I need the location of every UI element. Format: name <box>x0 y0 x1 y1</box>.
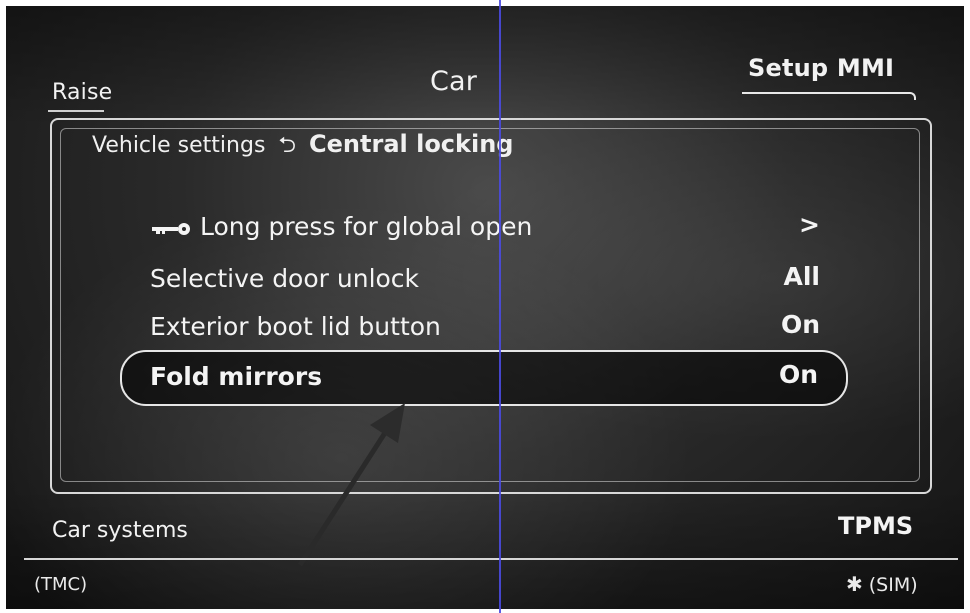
chevron-right-icon: > <box>799 210 820 239</box>
setup-mmi-softkey[interactable]: Setup MMI <box>748 54 894 82</box>
menu-item-label: Long press for global open <box>150 212 532 243</box>
tmc-status: (TMC) <box>34 574 88 595</box>
menu-item-fold-mirrors-selected[interactable]: Fold mirrors On <box>120 350 848 406</box>
menu-item-value: On <box>780 310 820 339</box>
menu-item-long-press-global-open[interactable]: Long press for global open > <box>150 204 830 248</box>
menu-item-label: Exterior boot lid button <box>150 312 441 341</box>
breadcrumb-current: Central locking <box>309 130 514 158</box>
menu-item-value: On <box>778 360 818 389</box>
sim-status: (SIM) <box>868 574 918 596</box>
menu-item-label: Fold mirrors <box>150 362 323 391</box>
key-icon <box>150 214 194 243</box>
vertical-guide-line <box>499 0 501 613</box>
car-menu-title[interactable]: Car <box>430 66 477 97</box>
breadcrumb: Vehicle settings ⮌ Central locking <box>92 128 514 166</box>
breadcrumb-parent[interactable]: Vehicle settings <box>92 133 265 158</box>
menu-item-exterior-boot-lid-button[interactable]: Exterior boot lid button On <box>150 304 830 348</box>
status-right: ✱ (SIM) <box>846 572 918 596</box>
menu-item-value: All <box>783 262 821 291</box>
raise-underline <box>48 110 104 112</box>
bluetooth-icon: ✱ <box>846 572 863 596</box>
menu-item-label: Selective door unlock <box>150 264 420 293</box>
annotation-arrow-icon <box>240 395 440 579</box>
menu-item-text: Long press for global open <box>200 212 533 241</box>
status-divider <box>24 558 958 560</box>
menu-item-selective-door-unlock[interactable]: Selective door unlock All <box>150 256 830 300</box>
tpms-softkey[interactable]: TPMS <box>838 512 913 540</box>
setup-mmi-underline <box>742 92 916 100</box>
back-arrow-icon: ⮌ <box>278 133 297 158</box>
raise-softkey[interactable]: Raise <box>52 80 112 105</box>
car-systems-softkey[interactable]: Car systems <box>52 518 188 543</box>
